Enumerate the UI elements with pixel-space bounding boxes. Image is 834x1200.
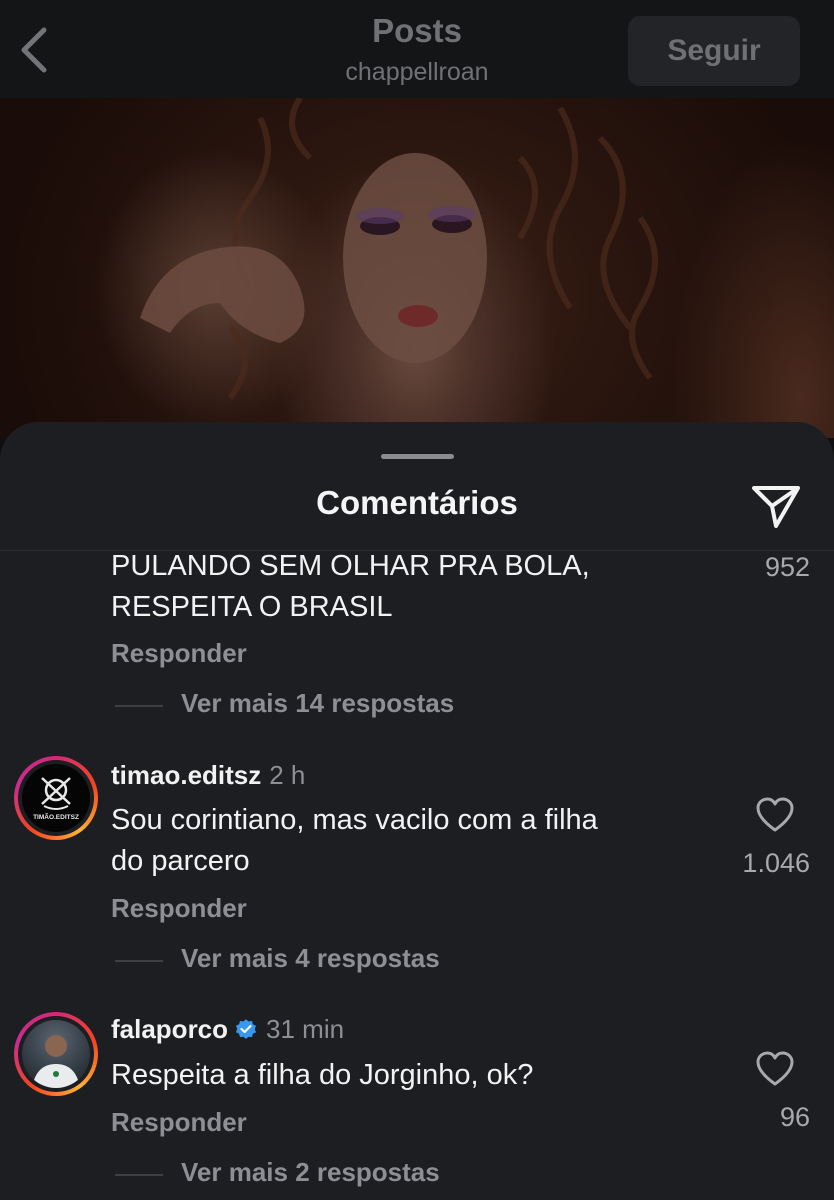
comment-username[interactable]: falaporco 31 min xyxy=(111,1014,344,1045)
svg-text:TIMÃO.EDITSZ: TIMÃO.EDITSZ xyxy=(33,812,79,821)
username-text[interactable]: timao.editsz xyxy=(111,760,261,790)
avatar[interactable]: TIMÃO.EDITSZ xyxy=(14,756,98,840)
post-photo xyxy=(0,98,834,438)
avatar[interactable] xyxy=(14,1012,98,1096)
like-count: 952 xyxy=(764,552,810,582)
comment-line: RESPEITA O BRASIL xyxy=(111,591,393,623)
comment-time: 2 h xyxy=(269,760,306,790)
comment-text: PULANDO SEM OLHAR PRA BOLA, RESPEITA O B… xyxy=(111,546,711,628)
reply-button[interactable]: Responder xyxy=(111,893,247,924)
replies-line xyxy=(115,705,163,707)
reply-button[interactable]: Responder xyxy=(111,1107,247,1138)
comment-username[interactable]: timao.editsz 2 h xyxy=(111,760,305,791)
comment-line: Sou corintiano, mas vacilo com a filha xyxy=(111,804,598,836)
replies-line xyxy=(115,960,163,962)
person-photo-icon xyxy=(32,1035,80,1088)
verified-badge-icon xyxy=(236,1019,257,1039)
view-more-replies[interactable]: Ver mais 2 respostas xyxy=(181,1157,440,1188)
paper-plane-icon[interactable] xyxy=(746,478,806,534)
comment-text: Respeita a filha do Jorginho, ok? xyxy=(111,1055,711,1096)
drag-handle[interactable] xyxy=(381,454,454,459)
view-more-replies[interactable]: Ver mais 14 respostas xyxy=(181,688,454,719)
top-bar: Posts chappellroan Seguir xyxy=(0,0,834,98)
comment-line: do parcero xyxy=(111,845,250,877)
like-count: 96 xyxy=(779,1102,810,1132)
sheet-title: Comentários xyxy=(316,484,518,521)
comment-line: Respeita a filha do Jorginho, ok? xyxy=(111,1059,534,1091)
view-more-replies[interactable]: Ver mais 4 respostas xyxy=(181,943,440,974)
like-count: 1.046 xyxy=(742,848,810,878)
reply-button[interactable]: Responder xyxy=(111,638,247,669)
comment-time: 31 min xyxy=(266,1014,345,1044)
comment-text: Sou corintiano, mas vacilo com a filha d… xyxy=(111,800,711,882)
comment-line: PULANDO SEM OLHAR PRA BOLA, xyxy=(111,550,590,582)
heart-icon[interactable] xyxy=(755,796,795,834)
username-text[interactable]: falaporco xyxy=(111,1014,228,1044)
corinthians-crest-icon: TIMÃO.EDITSZ xyxy=(33,777,79,821)
comments-sheet: Comentários PULANDO SEM OLHAR PRA BOLA, … xyxy=(0,422,834,1200)
follow-button[interactable]: Seguir xyxy=(628,16,800,86)
replies-line xyxy=(115,1174,163,1176)
heart-icon[interactable] xyxy=(755,1050,795,1088)
